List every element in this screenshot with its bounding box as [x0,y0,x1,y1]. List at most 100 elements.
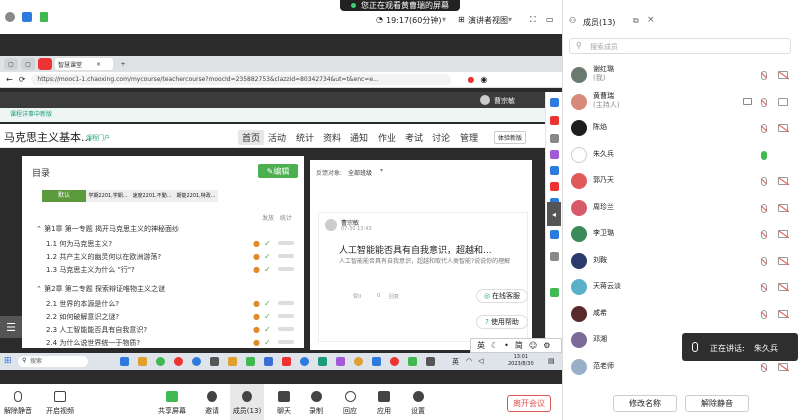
nav-discussion[interactable]: 讨论 [432,131,450,144]
class-tab-default[interactable]: 默认 [42,190,86,202]
browser-tab[interactable]: ▢ [21,58,35,70]
publish-icon[interactable]: ● [253,325,260,334]
view-mode-dropdown[interactable]: 演讲者视图 [468,15,508,26]
windows-start-icon[interactable]: ⊞ [4,356,12,366]
list-item[interactable]: 天蒋云淡 [563,274,798,300]
taskbar-app-icon[interactable] [264,357,273,366]
user-name[interactable]: 曹宗敏 [494,96,515,106]
emoji-icon[interactable]: ☺ [529,341,537,350]
class-filter-select[interactable]: 全部班级 [348,168,372,177]
popout-icon[interactable]: ⧉ [633,16,639,26]
taskbar-app-icon[interactable] [138,357,147,366]
sidebar-icon[interactable] [550,150,559,159]
ime-lang[interactable]: 英 [477,340,485,351]
search-input[interactable]: ⚲ 搜索成员 [569,38,791,54]
new-version-button[interactable]: 体验新版 [494,131,527,144]
publish-icon[interactable]: ● [253,299,260,308]
taskbar-app-icon[interactable] [372,357,381,366]
rename-button[interactable]: 修改名称 [613,395,677,412]
nav-homework[interactable]: 作业 [378,131,396,144]
back-icon[interactable]: ← [6,75,13,84]
tip-bar[interactable]: 课程详事中新版 [0,108,545,122]
record-button[interactable]: 录制 [300,384,332,420]
camera-off-icon[interactable] [778,362,788,371]
publish-icon[interactable]: ● [253,239,260,248]
new-tab-icon[interactable]: + [116,58,130,70]
taskbar-app-icon[interactable] [336,357,345,366]
menu-icon[interactable]: ☰ [0,316,22,338]
duration-dropdown-icon[interactable]: ▾ [442,15,446,24]
taskbar-app-icon[interactable] [120,357,129,366]
nav-activity[interactable]: 活动 [268,131,286,144]
info-icon[interactable] [5,12,15,22]
taskbar-clock[interactable]: 13:01 2023/8/30 [508,354,534,368]
sidebar-icon[interactable] [550,288,559,297]
camera-off-icon[interactable] [778,256,788,265]
list-item[interactable]: 陈焰 [563,115,798,141]
course-title[interactable]: 马克思主义基本... [4,129,92,145]
taskbar-app-icon[interactable] [282,357,291,366]
nav-home[interactable]: 首页 [238,130,265,145]
nav-exam[interactable]: 考试 [405,131,423,144]
reply-button[interactable]: 回复 [389,293,399,300]
members-button[interactable]: 成员(13) [230,384,264,420]
signal-icon[interactable] [40,12,48,22]
publish-icon[interactable]: ● [253,312,260,321]
sidebar-icon[interactable] [550,98,559,107]
apps-button[interactable]: 应用 [368,384,400,420]
float-window-icon[interactable]: ▭ [546,15,554,24]
avatar[interactable] [480,95,490,105]
list-item[interactable]: 谢红璐 (我) [563,62,798,88]
list-item[interactable]: 咸希 [563,301,798,327]
camera-off-icon[interactable] [778,309,788,318]
browser-tab-active[interactable]: 智慧课堂 × [55,58,113,70]
online-service-button[interactable]: ◎ 在线客服 [476,289,528,303]
taskbar-app-icon[interactable] [174,357,183,366]
camera-off-icon[interactable] [778,177,788,185]
sidebar-icon[interactable] [550,252,559,261]
class-tab[interactable]: 期能2201,特政... [174,190,218,202]
sidebar-icon[interactable] [550,166,559,175]
filter-dropdown-icon[interactable]: ▾ [380,167,383,174]
taskbar-app-icon[interactable] [156,357,165,366]
chat-button[interactable]: 聊天 [268,384,300,420]
tray-lang[interactable]: 英 [452,357,459,367]
taskbar-app-icon[interactable] [426,357,435,366]
camera-off-icon[interactable] [778,124,788,132]
unmute-button[interactable]: 解除静音 [2,384,34,420]
taskbar-app-icon[interactable] [228,357,237,366]
share-screen-button[interactable]: 共享屏幕 [156,384,188,420]
nav-resources[interactable]: 资料 [323,131,341,144]
reaction-button[interactable]: 回应 [334,384,366,420]
sidebar-icon[interactable] [550,134,559,143]
taskbar-app-icon[interactable] [246,357,255,366]
list-item[interactable]: 朱久兵 [563,142,798,168]
chapter-1[interactable]: ⌃ 第1章 第一专题 揭开马克思主义的神秘面纱 [36,224,318,234]
taskbar-app-icon[interactable] [390,357,399,366]
nav-manage[interactable]: 管理 [460,131,478,144]
taskbar-app-icon[interactable] [192,357,201,366]
taskbar-app-icon[interactable] [300,357,309,366]
mute-all-button[interactable]: 解除静音 [685,395,749,412]
sidebar-icon[interactable] [550,116,559,125]
comment-count[interactable]: 0 [377,293,380,299]
profile-icon[interactable]: ◉ [480,75,487,84]
list-item[interactable]: 周珍兰 [563,195,798,221]
browser-tab[interactable]: ▢ [4,58,18,70]
list-item[interactable]: 刘鞍 [563,248,798,274]
settings-button[interactable]: 设置 [402,384,434,420]
nav-notice[interactable]: 通知 [350,131,368,144]
sidebar-icon[interactable] [550,230,559,239]
shield-icon[interactable] [22,12,32,22]
taskbar-app-icon[interactable] [318,357,327,366]
view-dropdown-icon[interactable]: ▾ [508,15,512,24]
refresh-icon[interactable]: ⟳ [19,75,26,84]
close-tab-icon[interactable]: × [96,61,101,68]
taskbar-app-icon[interactable] [408,357,417,366]
close-icon[interactable]: × [647,15,655,25]
camera-off-icon[interactable] [778,283,788,291]
camera-off-icon[interactable] [778,71,788,79]
camera-off-icon[interactable] [778,203,788,212]
ime-mode[interactable]: 简 [515,340,523,351]
class-tab[interactable]: 速度2201,不動... [130,190,174,202]
